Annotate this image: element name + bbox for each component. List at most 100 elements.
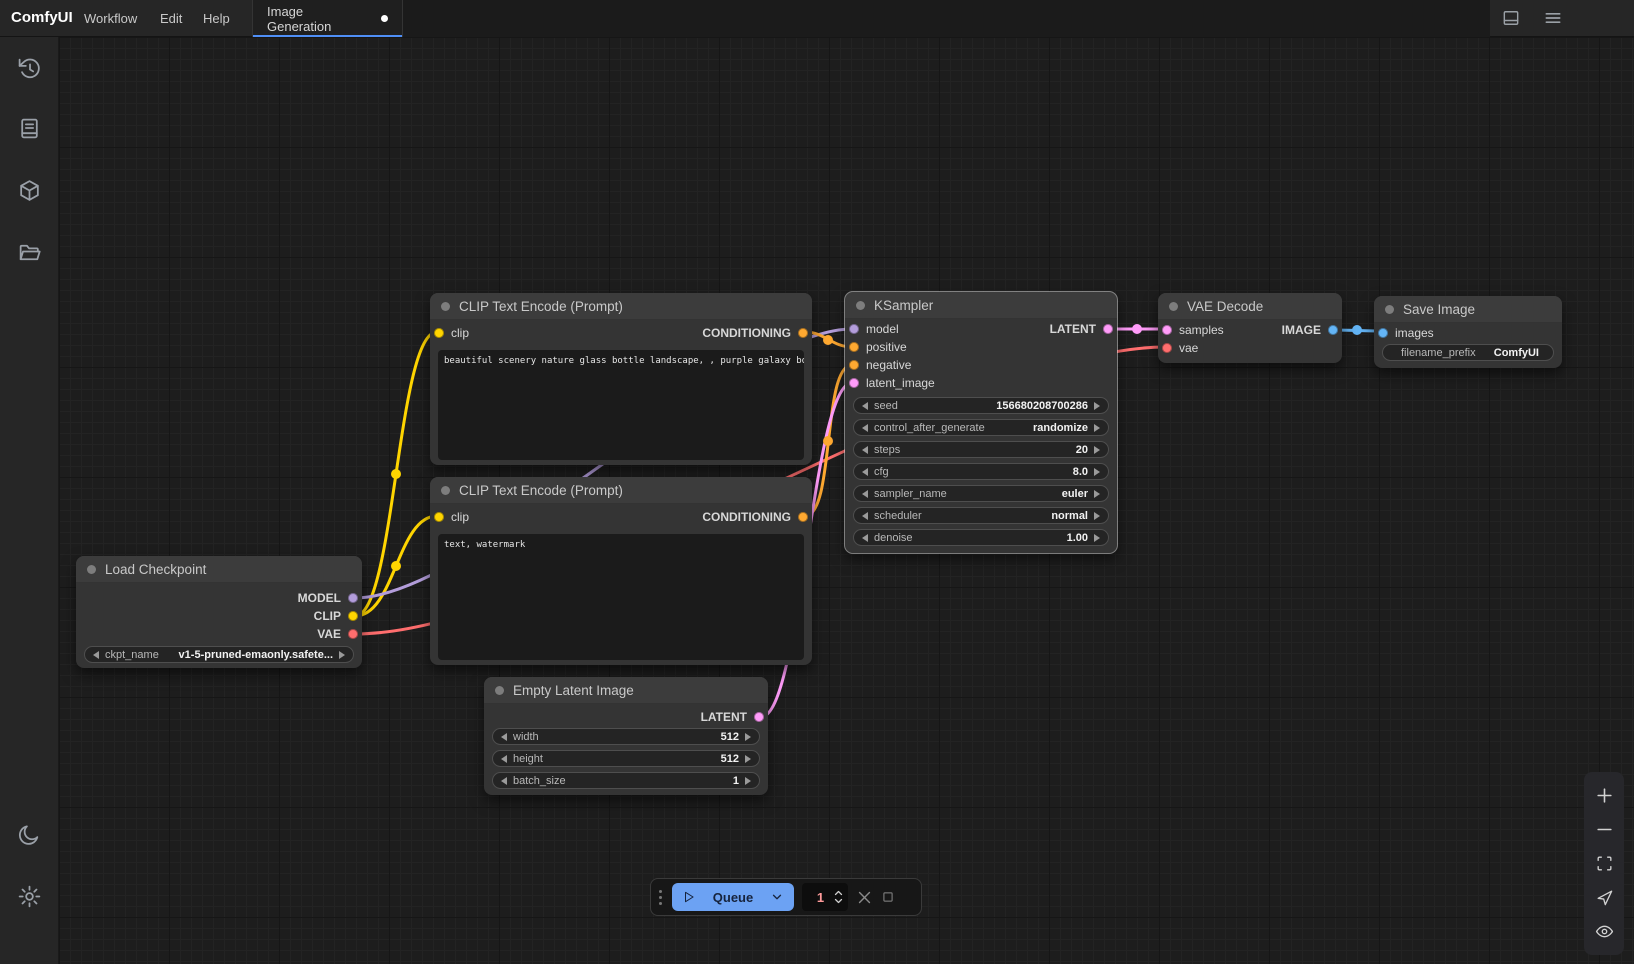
output-port-image[interactable]: [1328, 325, 1338, 335]
menu-edit[interactable]: Edit: [160, 11, 182, 26]
collapse-dot-icon[interactable]: [856, 301, 865, 310]
node-header[interactable]: Empty Latent Image: [484, 677, 768, 704]
clear-queue-x-icon[interactable]: [856, 889, 873, 906]
workflows-folder-icon[interactable]: [17, 240, 42, 265]
decrement-arrow-icon[interactable]: [501, 733, 507, 741]
widget-control-after-generate[interactable]: control_after_generate randomize: [853, 419, 1109, 436]
input-port-clip[interactable]: [434, 328, 444, 338]
node-empty-latent-image[interactable]: Empty Latent Image LATENT width 512 heig…: [484, 677, 768, 795]
drag-handle-icon[interactable]: [659, 890, 662, 905]
select-pointer-icon[interactable]: [1595, 888, 1614, 907]
input-port-model[interactable]: [849, 324, 859, 334]
node-save-image[interactable]: Save Image images filename_prefix ComfyU…: [1374, 296, 1562, 368]
widget-cfg[interactable]: cfg 8.0: [853, 463, 1109, 480]
input-port-positive[interactable]: [849, 342, 859, 352]
widget-sampler-name[interactable]: sampler_name euler: [853, 485, 1109, 502]
increment-arrow-icon[interactable]: [745, 755, 751, 763]
fit-view-icon[interactable]: [1595, 854, 1614, 873]
zoom-out-icon[interactable]: [1595, 820, 1614, 839]
widget-steps[interactable]: steps 20: [853, 441, 1109, 458]
input-port-samples[interactable]: [1162, 325, 1172, 335]
node-header[interactable]: Save Image: [1374, 296, 1562, 323]
widget-height[interactable]: height 512: [492, 750, 760, 767]
increment-arrow-icon[interactable]: [1094, 490, 1100, 498]
queue-log-icon[interactable]: [17, 116, 42, 141]
theme-toggle-moon-icon[interactable]: [17, 822, 42, 847]
hamburger-menu-icon[interactable]: [1543, 8, 1563, 28]
decrement-arrow-icon[interactable]: [862, 490, 868, 498]
decrement-arrow-icon[interactable]: [501, 777, 507, 785]
menu-workflow[interactable]: Workflow: [84, 11, 137, 26]
node-header[interactable]: KSampler: [845, 292, 1117, 319]
tab-image-generation[interactable]: Image Generation: [252, 0, 403, 37]
decrement-arrow-icon[interactable]: [862, 534, 868, 542]
widget-denoise[interactable]: denoise 1.00: [853, 529, 1109, 546]
node-clip-text-encode-positive[interactable]: CLIP Text Encode (Prompt) clip CONDITION…: [430, 293, 812, 465]
settings-gear-icon[interactable]: [17, 884, 42, 909]
widget-scheduler[interactable]: scheduler normal: [853, 507, 1109, 524]
node-vae-decode[interactable]: VAE Decode samples IMAGE vae: [1158, 293, 1342, 363]
node-header[interactable]: VAE Decode: [1158, 293, 1342, 320]
input-port-vae[interactable]: [1162, 343, 1172, 353]
prompt-textarea[interactable]: text, watermark: [438, 534, 804, 660]
collapse-dot-icon[interactable]: [495, 686, 504, 695]
zoom-in-icon[interactable]: [1595, 786, 1614, 805]
decrement-arrow-icon[interactable]: [501, 755, 507, 763]
node-ksampler[interactable]: KSampler model LATENT positive negative …: [845, 292, 1117, 553]
node-load-checkpoint[interactable]: Load Checkpoint MODEL CLIP VAE ckpt_name…: [76, 556, 362, 668]
chevron-down-icon[interactable]: [770, 890, 784, 904]
increment-arrow-icon[interactable]: [1094, 446, 1100, 454]
menu-help[interactable]: Help: [203, 11, 230, 26]
node-library-icon[interactable]: [17, 178, 42, 203]
stop-icon[interactable]: [881, 890, 895, 904]
toggle-link-visibility-eye-icon[interactable]: [1595, 922, 1614, 941]
collapse-dot-icon[interactable]: [441, 302, 450, 311]
collapse-dot-icon[interactable]: [87, 565, 96, 574]
prompt-textarea[interactable]: beautiful scenery nature glass bottle la…: [438, 350, 804, 460]
increment-arrow-icon[interactable]: [1094, 402, 1100, 410]
node-header[interactable]: CLIP Text Encode (Prompt): [430, 293, 812, 320]
widget-width[interactable]: width 512: [492, 728, 760, 745]
bottom-panel-toggle-icon[interactable]: [1501, 8, 1521, 28]
output-port-conditioning[interactable]: [798, 328, 808, 338]
output-port-conditioning[interactable]: [798, 512, 808, 522]
output-port-latent[interactable]: [1103, 324, 1113, 334]
decrement-arrow-icon[interactable]: [862, 424, 868, 432]
output-port-clip[interactable]: [348, 611, 358, 621]
stepper-up-icon[interactable]: [834, 890, 843, 896]
increment-arrow-icon[interactable]: [1094, 424, 1100, 432]
queue-button[interactable]: Queue: [672, 883, 794, 911]
collapse-dot-icon[interactable]: [441, 486, 450, 495]
input-port-images[interactable]: [1378, 328, 1388, 338]
widget-filename-prefix[interactable]: filename_prefix ComfyUI: [1382, 344, 1554, 361]
input-port-latent-image[interactable]: [849, 378, 859, 388]
output-port-model[interactable]: [348, 593, 358, 603]
output-port-latent[interactable]: [754, 712, 764, 722]
increment-arrow-icon[interactable]: [1094, 512, 1100, 520]
node-clip-text-encode-negative[interactable]: CLIP Text Encode (Prompt) clip CONDITION…: [430, 477, 812, 665]
decrement-arrow-icon[interactable]: [862, 402, 868, 410]
batch-count-value[interactable]: 1: [807, 890, 834, 905]
node-header[interactable]: Load Checkpoint: [76, 556, 362, 583]
decrement-arrow-icon[interactable]: [862, 468, 868, 476]
increment-arrow-icon[interactable]: [745, 777, 751, 785]
history-icon[interactable]: [17, 56, 42, 81]
increment-arrow-icon[interactable]: [1094, 468, 1100, 476]
app-logo[interactable]: ComfyUI: [11, 9, 73, 26]
widget-batch-size[interactable]: batch_size 1: [492, 772, 760, 789]
collapse-dot-icon[interactable]: [1385, 305, 1394, 314]
output-port-vae[interactable]: [348, 629, 358, 639]
decrement-arrow-icon[interactable]: [93, 651, 99, 659]
stepper-down-icon[interactable]: [834, 898, 843, 904]
node-header[interactable]: CLIP Text Encode (Prompt): [430, 477, 812, 504]
widget-ckpt-name[interactable]: ckpt_name v1-5-pruned-emaonly.safete...: [84, 646, 354, 663]
batch-count-stepper[interactable]: 1: [802, 883, 848, 911]
input-port-clip[interactable]: [434, 512, 444, 522]
widget-seed[interactable]: seed 156680208700286: [853, 397, 1109, 414]
increment-arrow-icon[interactable]: [745, 733, 751, 741]
decrement-arrow-icon[interactable]: [862, 446, 868, 454]
decrement-arrow-icon[interactable]: [862, 512, 868, 520]
increment-arrow-icon[interactable]: [339, 651, 345, 659]
collapse-dot-icon[interactable]: [1169, 302, 1178, 311]
input-port-negative[interactable]: [849, 360, 859, 370]
